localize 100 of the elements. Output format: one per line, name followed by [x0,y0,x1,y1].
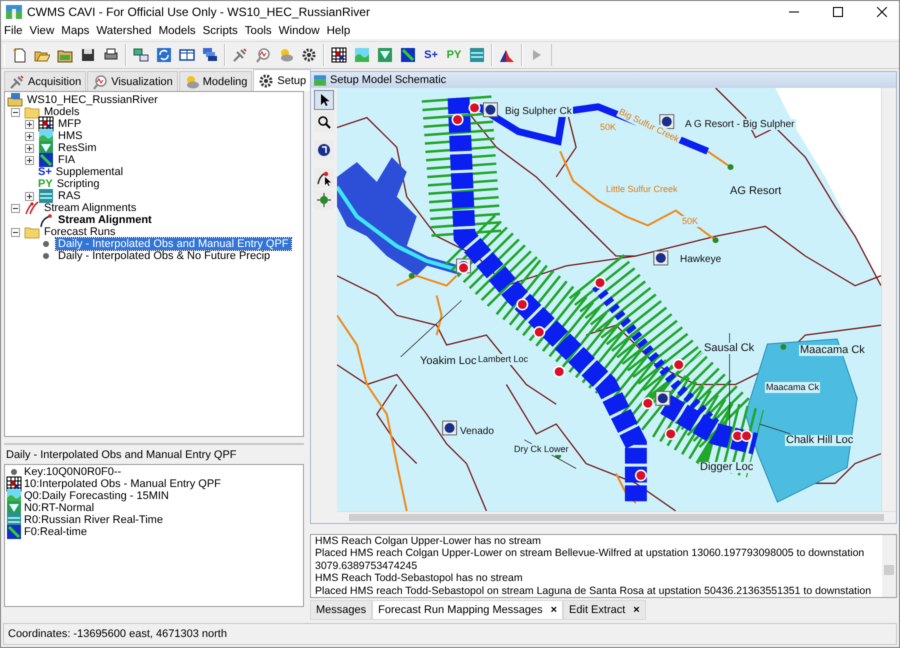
frame-title: Setup Model Schematic [330,74,446,86]
stream-lines-icon [24,200,40,216]
app-logo-icon [6,5,22,19]
list-item[interactable]: R0:Russian River Real-Time [24,514,163,526]
map-label: Digger Loc [699,462,754,473]
list-item[interactable]: 10:Interpolated Obs - Manual Entry QPF [24,478,221,490]
app-logo-icon [314,74,326,86]
glyph-icon: PY [38,177,53,191]
close-tab-button[interactable]: × [550,604,558,616]
expand-toggle[interactable] [25,120,34,128]
expand-toggle[interactable] [25,132,34,140]
tree-item[interactable]: Forecast Runs [42,226,118,238]
tab[interactable]: Setup [253,69,312,91]
crosshair-icon [316,192,332,208]
tree-item[interactable]: HMS [56,130,84,142]
windows-icon [133,47,149,63]
map-label: Maacama Ck [799,345,866,356]
close-tab-button[interactable]: × [633,604,640,616]
status-text: Coordinates: -13695600 east, 4671303 north [8,628,227,640]
tree-item[interactable]: Supplemental [54,166,126,178]
tree-item[interactable]: Daily - Interpolated Obs & No Future Precip [56,250,272,262]
tree-item[interactable]: ResSim [56,142,99,154]
close-icon[interactable] [877,7,887,17]
message-line: HMS Reach Todd-Sebastopol has no stream [315,572,524,585]
satellite-icon [232,47,248,63]
tree-item[interactable]: Stream Alignment [56,214,154,226]
tab[interactable]: Forecast Run Mapping Messages × [372,600,564,620]
link-tool-button[interactable] [314,168,334,188]
tree-item[interactable]: Stream Alignments [42,202,138,214]
tab[interactable]: Messages [310,600,372,620]
menu-item[interactable]: Window [278,25,320,37]
expand-toggle[interactable] [25,156,34,164]
menu-item[interactable]: Tools [244,25,272,37]
message-line: Placed HMS reach Todd-Sebastopol on stream Laguna de Santa Rosa at upstation 50436.21363551351 to downstation [315,584,872,598]
window-panes-icon [179,47,195,63]
supplemental-button[interactable]: S+ [420,44,442,66]
menu-item[interactable]: Watershed [96,25,152,37]
crosshair-tool-button[interactable] [314,190,334,210]
workspace-icon [7,92,23,108]
map-label: 50K [681,216,700,227]
refresh-icon [156,47,172,63]
map-label: Chalk Hill Loc [785,435,854,446]
menu-item[interactable]: Maps [61,25,90,37]
maximize-icon[interactable] [833,7,843,17]
glyph-icon: S+ [38,165,52,179]
map-label: Hawkeye [679,254,722,265]
menu-item[interactable]: Models [158,25,196,37]
map-label: Venado [459,426,495,437]
tree-item[interactable]: WS10_HEC_RussianRiver [25,94,160,106]
tree-item[interactable]: Daily - Interpolated Obs and Manual Entry QPF [56,238,290,250]
panel-title: Daily - Interpolated Obs and Manual Entry QPF [5,448,238,463]
map-label: 50K [599,122,618,133]
list-item[interactable]: Q0:Daily Forecasting - 15MIN [24,490,169,502]
collapse-toggle[interactable] [11,228,20,236]
tab[interactable]: Modeling [178,71,252,91]
tree-item[interactable]: MFP [56,118,84,130]
map-label: Yoakim Loc [419,356,478,367]
tab-label: Messages [316,604,366,616]
tree-item[interactable]: Scripting [54,178,102,190]
tab[interactable]: Edit Extract × [563,600,646,620]
tree-item[interactable]: FIA [56,154,78,166]
document-icon [11,47,27,63]
menu-item[interactable]: File [4,25,23,37]
collapse-toggle[interactable] [11,204,20,212]
horizontal-scrollbar[interactable] [337,511,896,523]
menu-item[interactable]: View [30,25,54,37]
window-title: CWMS CAVI - For Official Use Only - WS10_HEC_RussianRiver [27,5,370,19]
chart-magnifier-icon [255,47,271,63]
satellite-icon [9,74,25,90]
menu-item[interactable]: Scripts [202,25,238,37]
collapse-toggle[interactable] [11,108,20,116]
curve-icon [38,212,54,228]
message-line: HMS Reach Colgan Upper-Lower has no stream [315,535,542,548]
map-label: Little Sulfur Creek [605,184,679,195]
map-label: Lambert Loc [477,354,530,365]
stacked-windows-icon [202,47,218,63]
search-icon [316,114,332,130]
map-label: A G Resort - Big Sulpher [684,119,796,130]
tree-item[interactable]: Models [42,106,82,118]
node-tool-button[interactable] [314,140,334,160]
list-item[interactable]: Key:10Q0N0R0F0-- [24,466,122,478]
sun-cloud-icon [278,47,294,63]
settings-icon [258,72,274,88]
pointer-tool-button[interactable] [314,90,334,110]
list-item[interactable]: N0:RT-Normal [24,502,94,514]
menu-item[interactable]: Help [326,25,350,37]
tab[interactable]: Acquisition [4,71,86,91]
map-tile-icon [6,524,22,540]
expand-toggle[interactable] [25,192,34,200]
river-icon [469,47,485,63]
map-tile-icon [38,152,54,168]
tree-item[interactable]: RAS [56,190,83,202]
settings-icon [301,47,317,63]
list-item[interactable]: F0:Real-time [24,526,87,538]
vertical-scrollbar[interactable] [882,535,896,598]
tab[interactable]: Visualization [87,71,178,91]
zoom-tool-button[interactable] [314,112,334,132]
map-tile-icon [400,47,416,63]
map-label: Maacama Ck [765,382,820,393]
expand-toggle[interactable] [25,144,34,152]
